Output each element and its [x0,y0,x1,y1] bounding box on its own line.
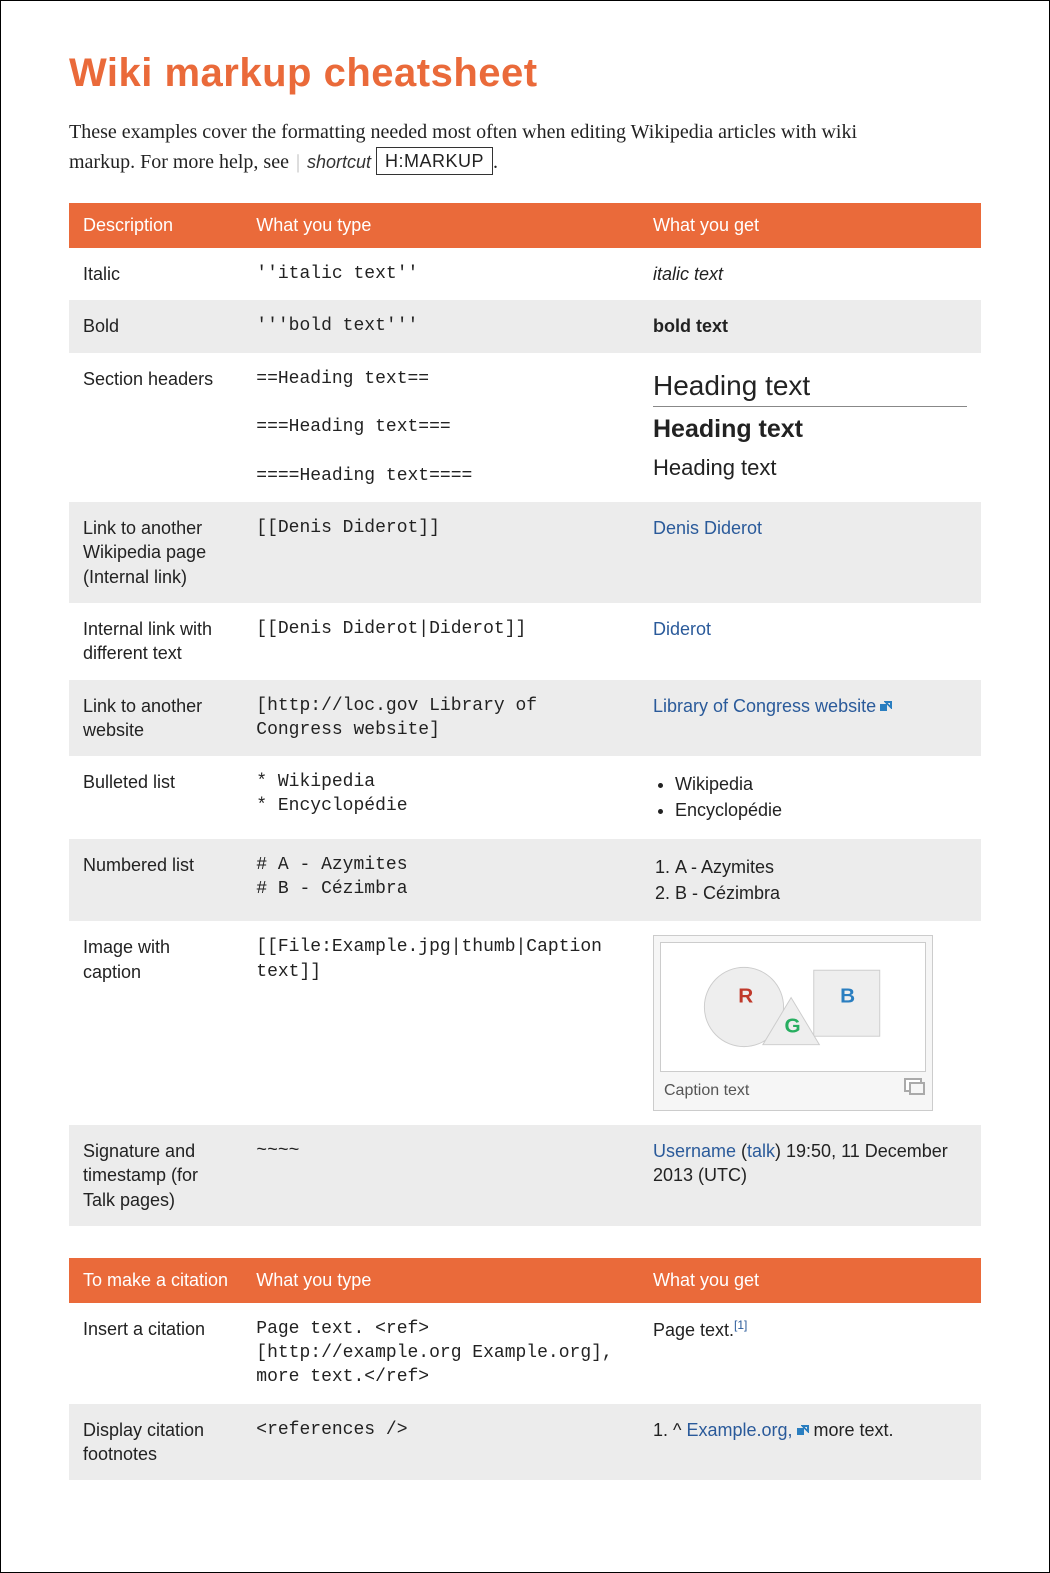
numbered-list: A - Azymites B - Cézimbra [675,855,967,906]
cell-render: 1. ^ Example.org, more text. [639,1404,981,1481]
cell-code: ''italic text'' [242,248,639,300]
bulleted-list: Wikipedia Encyclopédie [675,772,967,823]
cell-code: [http://loc.gov Library of Congress webs… [242,680,639,757]
cell-code: '''bold text''' [242,300,639,352]
bold-sample: bold text [653,316,728,336]
cell-render: A - Azymites B - Cézimbra [639,839,981,922]
cell-render: Diderot [639,603,981,680]
external-link-loc[interactable]: Library of Congress website [653,696,876,716]
cell-desc: Signature and timestamp (for Talk pages) [69,1125,242,1226]
cell-code: * Wikipedia * Encyclopédie [242,756,639,839]
page-title: Wiki markup cheatsheet [69,51,981,96]
table-row: Image with caption [[File:Example.jpg|th… [69,921,981,1125]
table-row: Insert a citation Page text. <ref>[http:… [69,1303,981,1404]
cell-desc: Insert a citation [69,1303,242,1404]
shape-label-r: R [738,985,753,1008]
cell-render: Library of Congress website [639,680,981,757]
cell-desc: Bold [69,300,242,352]
code-h2: ==Heading text== [256,369,429,389]
cell-code: Page text. <ref>[http://example.org Exam… [242,1303,639,1404]
table-row: Bold '''bold text''' bold text [69,300,981,352]
table-row: Italic ''italic text'' italic text [69,248,981,300]
cell-render: Page text.[1] [639,1303,981,1404]
list-item: B - Cézimbra [675,881,967,905]
external-link-icon [793,1420,809,1440]
cell-render: italic text [639,248,981,300]
shape-label-b: B [840,985,855,1008]
code-h4: ====Heading text==== [256,466,472,486]
col-what-you-get: What you get [639,1258,981,1303]
shortcut-box[interactable]: H:MARKUP [376,147,493,175]
table-row: Link to another Wikipedia page (Internal… [69,502,981,603]
cell-code: # A - Azymites # B - Cézimbra [242,839,639,922]
col-citation-desc: To make a citation [69,1258,242,1303]
footnote-suffix: more text. [809,1420,894,1440]
cell-desc: Italic [69,248,242,300]
heading-level-4: Heading text [653,453,967,483]
main-cheatsheet-table: Description What you type What you get I… [69,203,981,1226]
example-image: R G B [660,942,926,1072]
wikilink-diderot[interactable]: Diderot [653,619,711,639]
col-what-you-get: What you get [639,203,981,248]
table-row: Link to another website [http://loc.gov … [69,680,981,757]
shape-label-g: G [784,1015,800,1038]
table-row: Internal link with different text [[Deni… [69,603,981,680]
cell-code: ~~~~ [242,1125,639,1226]
external-link-icon [876,696,892,716]
table-row: Numbered list # A - Azymites # B - Cézim… [69,839,981,922]
wikilink-talk[interactable]: talk [747,1141,775,1161]
citation-reference-marker[interactable]: [1] [734,1318,747,1332]
cell-desc: Section headers [69,353,242,502]
heading-level-3: Heading text [653,413,967,447]
shortcut-label: shortcut [307,152,371,172]
cell-desc: Display citation footnotes [69,1404,242,1481]
citation-page-text: Page text. [653,1320,734,1340]
cell-code: [[File:Example.jpg|thumb|Caption text]] [242,921,639,1125]
heading-level-2: Heading text [653,367,967,408]
cell-desc: Image with caption [69,921,242,1125]
table-row: Signature and timestamp (for Talk pages)… [69,1125,981,1226]
cell-render: Username (talk) 19:50, 11 December 2013 … [639,1125,981,1226]
cell-code: <references /> [242,1404,639,1481]
cell-desc: Link to another website [69,680,242,757]
cell-render: R G B Caption text [639,921,981,1125]
col-what-you-type: What you type [242,1258,639,1303]
wikilink-username[interactable]: Username [653,1141,736,1161]
list-item: A - Azymites [675,855,967,879]
cell-desc: Numbered list [69,839,242,922]
footnote-prefix: 1. ^ [653,1420,686,1440]
cell-render: Denis Diderot [639,502,981,603]
footnote-link[interactable]: Example.org, [686,1420,792,1440]
intro-paragraph: These examples cover the formatting need… [69,118,889,177]
cell-code: [[Denis Diderot|Diderot]] [242,603,639,680]
cell-code: [[Denis Diderot]] [242,502,639,603]
intro-separator: | [294,151,302,173]
cell-desc: Bulleted list [69,756,242,839]
table-row: Section headers ==Heading text== ===Head… [69,353,981,502]
list-item: Wikipedia [675,772,967,796]
list-item: Encyclopédie [675,798,967,822]
wikilink-denis-diderot[interactable]: Denis Diderot [653,518,762,538]
cell-render: bold text [639,300,981,352]
col-description: Description [69,203,242,248]
table-row: Bulleted list * Wikipedia * Encyclopédie… [69,756,981,839]
cell-code: ==Heading text== ===Heading text=== ====… [242,353,639,502]
citation-table: To make a citation What you type What yo… [69,1258,981,1480]
cell-render: Heading text Heading text Heading text [639,353,981,502]
image-thumbnail[interactable]: R G B Caption text [653,935,933,1111]
col-what-you-type: What you type [242,203,639,248]
table-row: Display citation footnotes <references /… [69,1404,981,1481]
cell-desc: Link to another Wikipedia page (Internal… [69,502,242,603]
code-h3: ===Heading text=== [256,417,450,437]
enlarge-icon[interactable] [904,1078,922,1092]
cell-desc: Internal link with different text [69,603,242,680]
italic-sample: italic text [653,264,723,284]
cell-render: Wikipedia Encyclopédie [639,756,981,839]
image-caption: Caption text [664,1082,749,1099]
